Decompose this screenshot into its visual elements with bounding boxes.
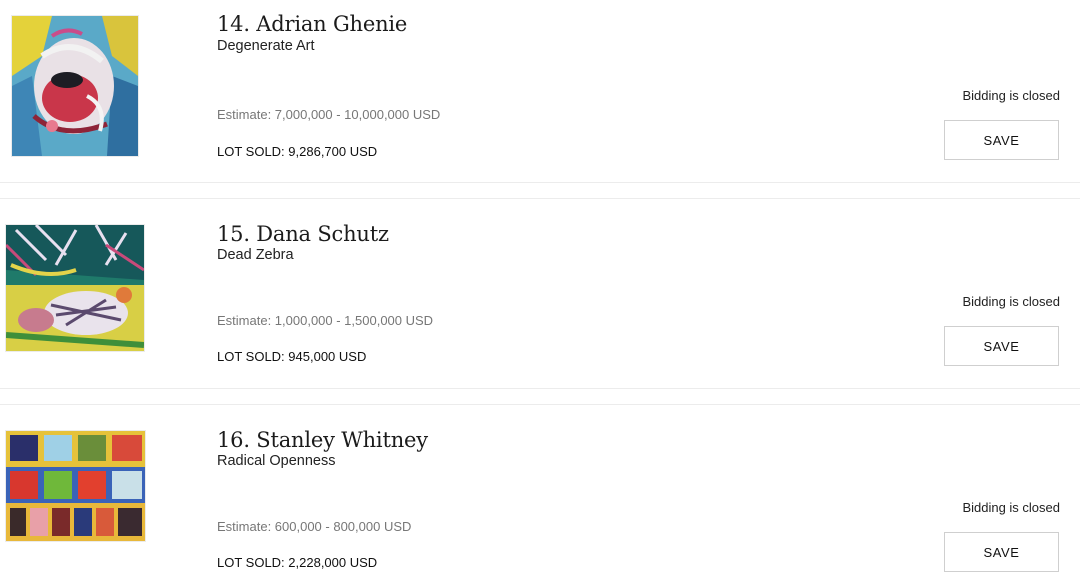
lot-card: 15. Dana Schutz Dead Zebra Estimate: 1,0… [0,198,1080,389]
bidding-status: Bidding is closed [962,500,1060,515]
save-button[interactable]: SAVE [944,326,1059,366]
painting-thumbnail-schutz [6,225,144,351]
lot-estimate: Estimate: 1,000,000 - 1,500,000 USD [217,313,434,328]
bidding-status: Bidding is closed [962,88,1060,103]
lot-subtitle: Radical Openness [217,453,336,469]
lot-card: 16. Stanley Whitney Radical Openness Est… [0,404,1080,588]
lot-title[interactable]: 15. Dana Schutz [217,222,389,246]
lot-title[interactable]: 14. Adrian Ghenie [217,12,407,36]
lot-card: 14. Adrian Ghenie Degenerate Art Estimat… [0,0,1080,184]
divider [0,198,1080,199]
save-button[interactable]: SAVE [944,120,1059,160]
painting-thumbnail-ghenie [12,16,138,156]
lot-sold-price: LOT SOLD: 2,228,000 USD [217,555,378,570]
lot-title[interactable]: 16. Stanley Whitney [217,428,428,452]
lot-thumbnail[interactable] [6,225,144,351]
lot-subtitle: Dead Zebra [217,247,294,263]
lot-sold-price: LOT SOLD: 9,286,700 USD [217,144,378,159]
divider [0,404,1080,405]
divider [0,182,1080,183]
lot-subtitle: Degenerate Art [217,38,315,54]
lot-thumbnail[interactable] [12,16,138,156]
bidding-status: Bidding is closed [962,294,1060,309]
lot-estimate: Estimate: 7,000,000 - 10,000,000 USD [217,107,441,122]
save-button[interactable]: SAVE [944,532,1059,572]
divider [0,388,1080,389]
lot-sold-price: LOT SOLD: 945,000 USD [217,349,367,364]
lot-estimate: Estimate: 600,000 - 800,000 USD [217,519,412,534]
painting-thumbnail-whitney [6,431,145,541]
lot-thumbnail[interactable] [6,431,145,541]
